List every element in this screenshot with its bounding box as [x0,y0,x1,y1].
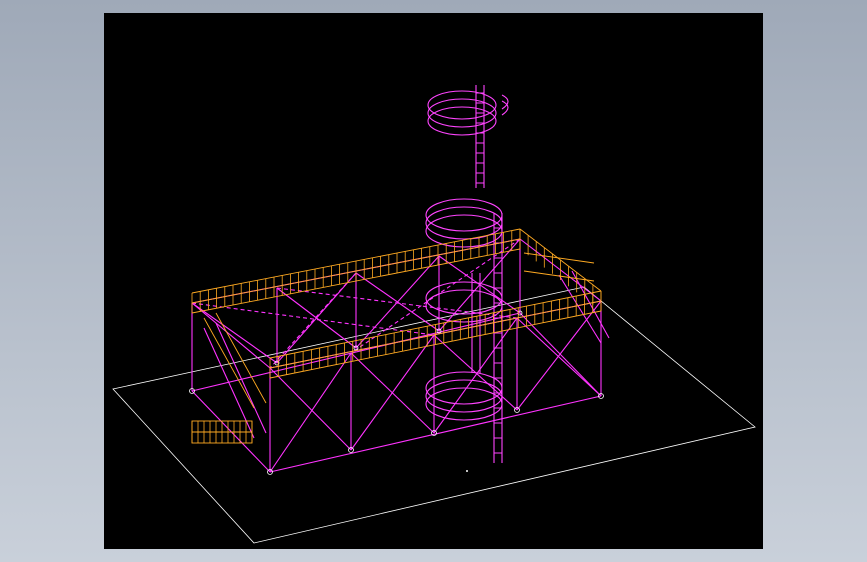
cad-viewport[interactable] [104,13,763,549]
wireframe-drawing [112,85,756,544]
ladder-cage [425,85,509,463]
railing-posts [191,229,602,443]
railing [191,228,602,444]
origin-mark [466,470,468,472]
